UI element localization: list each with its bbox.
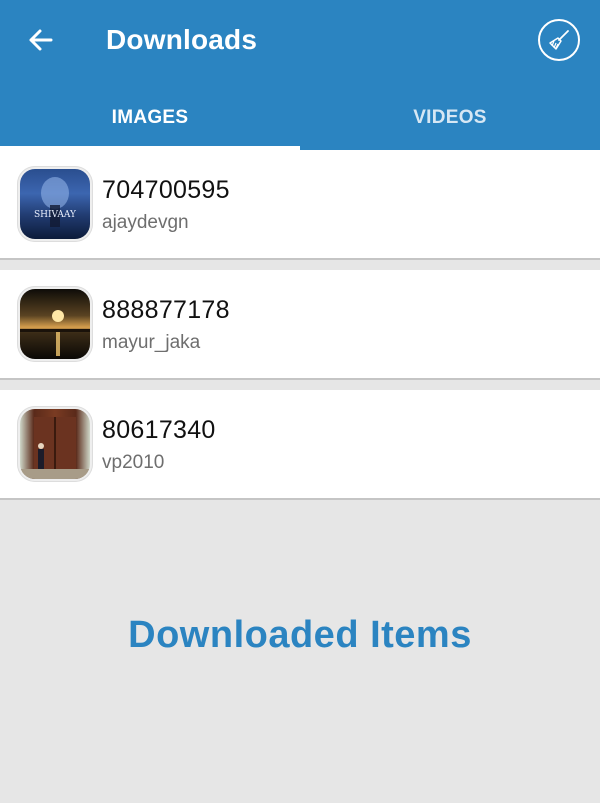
item-id: 888877178 xyxy=(102,296,230,324)
broom-icon xyxy=(549,30,569,50)
list-item[interactable]: 80617340 vp2010 xyxy=(0,390,600,500)
tab-bar: IMAGES VIDEOS xyxy=(0,86,600,150)
list-item[interactable]: 888877178 mayur_jaka xyxy=(0,270,600,380)
clear-downloads-button[interactable] xyxy=(538,19,580,61)
back-button[interactable] xyxy=(20,22,60,58)
list-item[interactable]: SHIVAAY 704700595 ajaydevgn xyxy=(0,150,600,260)
arrow-left-icon xyxy=(29,29,53,51)
item-username: mayur_jaka xyxy=(102,332,201,353)
item-id: 704700595 xyxy=(102,176,230,204)
tab-videos[interactable]: VIDEOS xyxy=(300,86,600,150)
item-username: ajaydevgn xyxy=(102,212,189,233)
app-bar: Downloads IMAGES VIDEOS xyxy=(0,0,600,150)
item-id: 80617340 xyxy=(102,416,216,444)
downloads-list: SHIVAAY 704700595 ajaydevgn 888877178 ma… xyxy=(0,150,600,500)
item-username: vp2010 xyxy=(102,452,165,473)
item-thumbnail xyxy=(17,286,93,362)
empty-area-label: Downloaded Items xyxy=(128,614,472,656)
item-thumbnail: SHIVAAY xyxy=(17,166,93,242)
tab-images[interactable]: IMAGES xyxy=(0,86,300,150)
page-title: Downloads xyxy=(106,24,258,55)
thumbnail-caption: SHIVAAY xyxy=(34,210,77,220)
item-thumbnail xyxy=(17,406,93,482)
